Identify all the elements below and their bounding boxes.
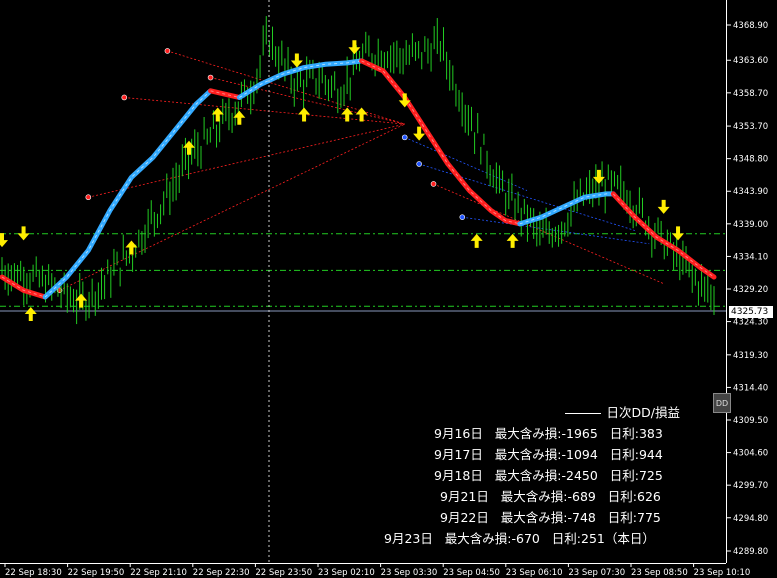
panel-row: 9月22日 最大含み損:-748 日利:775 bbox=[440, 510, 661, 525]
annotation-lines bbox=[56, 48, 664, 294]
down-arrow-icon bbox=[17, 226, 30, 241]
up-arrow-icon bbox=[355, 107, 368, 122]
panel-row: 9月16日 最大含み損:-1965 日利:383 bbox=[434, 426, 663, 441]
level-lines bbox=[0, 233, 726, 312]
dd-button[interactable]: DD bbox=[713, 393, 731, 413]
entry-marker bbox=[430, 181, 437, 187]
panel-row: 9月21日 最大含み損:-689 日利:626 bbox=[440, 489, 661, 504]
panel-row: 9月23日 最大含み損:-670 日利:251（本日） bbox=[384, 531, 655, 546]
x-tick-label: 22 Sep 18:30 bbox=[5, 568, 62, 578]
annotation-line bbox=[88, 123, 405, 198]
price-axis bbox=[726, 0, 777, 563]
x-tick-label: 23 Sep 04:50 bbox=[443, 568, 500, 578]
current-price-tag: 4325.73 bbox=[729, 306, 773, 319]
down-arrow-icon bbox=[290, 53, 303, 68]
ma-line bbox=[359, 58, 523, 227]
x-tick-label: 23 Sep 02:10 bbox=[318, 568, 375, 578]
moving-average bbox=[0, 58, 717, 300]
down-arrow-icon bbox=[672, 226, 685, 241]
x-tick-label: 22 Sep 23:50 bbox=[255, 568, 312, 578]
up-arrow-icon bbox=[470, 233, 483, 248]
x-tick-label: 23 Sep 06:10 bbox=[506, 568, 563, 578]
entry-marker bbox=[416, 161, 422, 167]
down-arrow-icon bbox=[348, 40, 361, 55]
ma-chevrons bbox=[361, 60, 520, 225]
x-tick-label: 23 Sep 07:30 bbox=[568, 568, 625, 578]
time-axis-line bbox=[0, 563, 726, 564]
x-tick-label: 22 Sep 19:50 bbox=[68, 568, 125, 578]
x-tick-label: 23 Sep 10:10 bbox=[694, 568, 751, 578]
up-arrow-icon bbox=[506, 233, 519, 248]
entry-marker bbox=[121, 94, 128, 101]
x-axis-ticks: 22 Sep 18:30 22 Sep 19:50 22 Sep 21:10 22 S… bbox=[4, 563, 751, 578]
up-arrow-icon bbox=[182, 140, 195, 155]
ma-chevrons bbox=[44, 90, 211, 298]
ma-line bbox=[42, 88, 214, 300]
down-arrow-icon bbox=[592, 169, 605, 184]
daily-dd-panel: 日次DD/損益 9月16日 最大含み損:-1965 日利:383 9月17日 最… bbox=[380, 402, 710, 549]
entry-marker bbox=[459, 214, 466, 220]
up-arrow-icon bbox=[24, 306, 37, 321]
entry-marker bbox=[85, 194, 92, 201]
down-arrow-icon bbox=[0, 233, 8, 248]
signal-arrows bbox=[0, 40, 685, 321]
annotation-line bbox=[433, 183, 664, 285]
panel-title: 日次DD/損益 bbox=[380, 402, 710, 423]
panel-row: 9月17日 最大含み損:-1094 日利:944 bbox=[434, 447, 663, 462]
x-tick-label: 23 Sep 08:50 bbox=[631, 568, 688, 578]
x-tick-label: 23 Sep 03:30 bbox=[381, 568, 438, 578]
up-arrow-icon bbox=[298, 107, 311, 122]
panel-row: 9月18日 最大含み損:-2450 日利:725 bbox=[434, 468, 663, 483]
down-arrow-icon bbox=[657, 199, 670, 214]
x-tick-label: 22 Sep 22:30 bbox=[193, 568, 250, 578]
x-tick-label: 22 Sep 21:10 bbox=[130, 568, 187, 578]
entry-marker bbox=[207, 74, 214, 81]
entry-marker bbox=[164, 48, 171, 54]
entry-marker bbox=[401, 134, 408, 141]
